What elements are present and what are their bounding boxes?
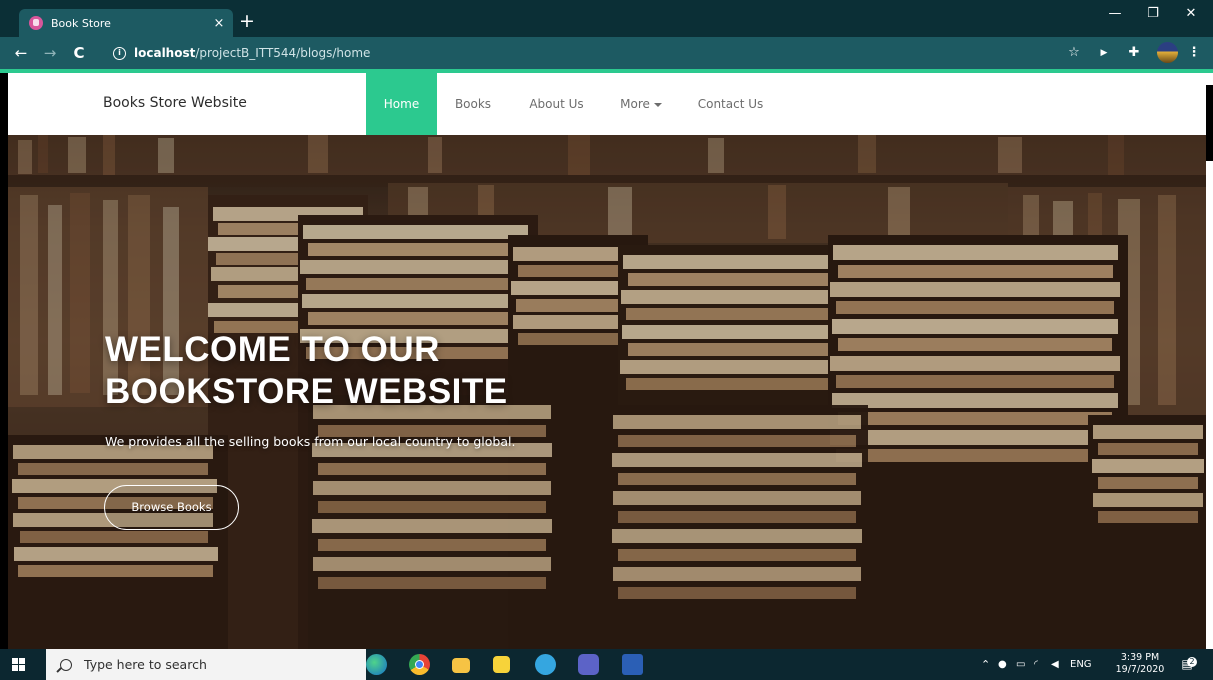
telegram-icon[interactable] — [535, 654, 556, 675]
nav-books[interactable]: Books — [444, 73, 502, 135]
nav-more-label: More — [620, 97, 650, 111]
system-clock[interactable]: 3:39 PM 19/7/2020 — [1112, 652, 1168, 676]
screen: Book Store × + — ❐ ✕ ← → C i localhost /… — [0, 0, 1213, 680]
notification-count: 2 — [1187, 657, 1197, 667]
close-window-button[interactable]: ✕ — [1176, 6, 1206, 21]
back-arrow-icon[interactable]: ← — [10, 42, 32, 64]
bookmark-star-icon[interactable]: ☆ — [1066, 45, 1082, 61]
reload-icon[interactable]: C — [68, 42, 90, 64]
minimize-button[interactable]: — — [1100, 6, 1130, 21]
search-icon — [60, 658, 72, 671]
hero-title-line-1: WELCOME TO OUR — [105, 330, 440, 369]
nav-home[interactable]: Home — [366, 73, 437, 135]
tab-title: Book Store — [51, 16, 111, 30]
maximize-button[interactable]: ❐ — [1138, 6, 1168, 21]
file-explorer-icon[interactable] — [452, 658, 470, 673]
url-host: localhost — [134, 46, 196, 60]
nav-more-dropdown[interactable]: More — [612, 73, 670, 135]
sticky-notes-icon[interactable] — [493, 656, 510, 673]
clock-time: 3:39 PM — [1120, 652, 1160, 663]
taskbar-search-box[interactable]: Type here to search — [46, 649, 366, 680]
browser-tabstrip: Book Store × + — ❐ ✕ — [0, 0, 1213, 37]
chrome-icon[interactable] — [409, 654, 430, 675]
taskbar: Type here to search ⌃ ● ▭ ◜ ◀ ENG 3:39 P… — [0, 649, 1213, 680]
notification-icon[interactable]: ▤2 — [1178, 649, 1197, 680]
tray-overflow-icon[interactable]: ⌃ — [981, 649, 990, 680]
site-info-icon[interactable]: i — [113, 46, 126, 60]
site-navbar: Books Store Website Home Books About Us … — [8, 73, 1206, 135]
nav-contact-us[interactable]: Contact Us — [689, 73, 772, 135]
nav-about-us[interactable]: About Us — [519, 73, 594, 135]
clock-date: 19/7/2020 — [1115, 664, 1165, 675]
site-brand[interactable]: Books Store Website — [103, 95, 247, 111]
hero-title: WELCOME TO OUR BOOKSTORE WEBSITE — [105, 329, 508, 413]
hero-banner: WELCOME TO OUR BOOKSTORE WEBSITE We prov… — [8, 135, 1206, 649]
teams-icon[interactable] — [578, 654, 599, 675]
hero-subtitle: We provides all the selling books from o… — [105, 434, 516, 449]
search-placeholder: Type here to search — [84, 657, 207, 672]
windows-start-icon[interactable] — [12, 658, 26, 672]
browser-menu-icon[interactable]: ⋮ — [1186, 45, 1202, 61]
address-bar[interactable]: i localhost /projectB_ITT544/blogs/home — [100, 41, 1100, 65]
site-favicon-icon — [29, 16, 43, 30]
device-icon[interactable]: ▭ — [1016, 649, 1025, 680]
caret-down-icon — [653, 102, 662, 107]
browser-tab[interactable]: Book Store × — [19, 9, 233, 37]
network-status-icon[interactable]: ● — [998, 649, 1007, 680]
profile-avatar[interactable] — [1157, 42, 1178, 63]
url-path: /projectB_ITT544/blogs/home — [195, 46, 371, 60]
wifi-icon[interactable]: ◜ — [1034, 649, 1038, 680]
window-edge — [1206, 73, 1213, 649]
browser-toolbar: ← → C i localhost /projectB_ITT544/blogs… — [0, 37, 1213, 69]
input-language[interactable]: ENG — [1070, 649, 1092, 680]
forward-arrow-icon[interactable]: → — [39, 42, 61, 64]
edge-browser-icon[interactable] — [366, 654, 387, 675]
volume-icon[interactable]: ◀ — [1051, 649, 1059, 680]
tab-close-icon[interactable]: × — [209, 16, 229, 31]
media-play-icon[interactable]: ▶ — [1096, 45, 1112, 61]
new-tab-button[interactable]: + — [237, 9, 257, 33]
browse-books-button[interactable]: Browse Books — [104, 485, 239, 530]
extensions-puzzle-icon[interactable]: ✚ — [1126, 45, 1142, 61]
web-page: Books Store Website Home Books About Us … — [8, 73, 1206, 649]
hero-title-line-2: BOOKSTORE WEBSITE — [105, 372, 508, 411]
word-icon[interactable] — [622, 654, 643, 675]
